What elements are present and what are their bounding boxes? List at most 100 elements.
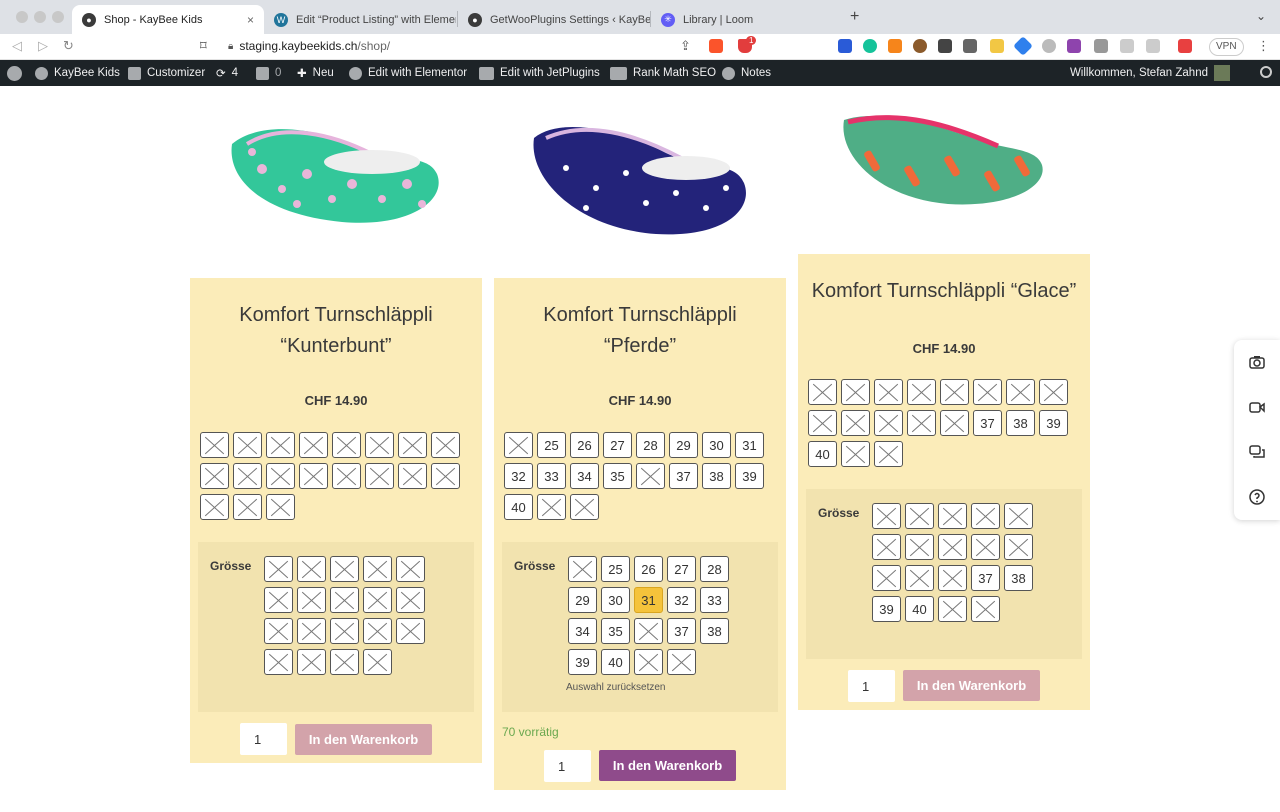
download-icon[interactable] xyxy=(1120,39,1134,53)
size-swatch[interactable]: 34 xyxy=(570,463,599,489)
size-swatch[interactable]: 31 xyxy=(735,432,764,458)
search-icon[interactable] xyxy=(1260,66,1272,78)
size-swatch[interactable]: 33 xyxy=(537,463,566,489)
address-bar[interactable]: 🔒︎ staging.kaybeekids.ch/shop/ xyxy=(228,39,390,53)
size-swatch-unavailable[interactable] xyxy=(874,379,903,405)
help-icon[interactable] xyxy=(1249,489,1265,505)
size-option-unavailable[interactable] xyxy=(363,587,392,613)
size-option[interactable]: 37 xyxy=(667,618,696,644)
size-option-unavailable[interactable] xyxy=(330,556,359,582)
size-option-unavailable[interactable] xyxy=(330,649,359,675)
size-option-unavailable[interactable] xyxy=(872,503,901,529)
size-option[interactable]: 27 xyxy=(667,556,696,582)
bookmark-icon[interactable]: ⌑ xyxy=(200,38,207,54)
size-swatch-unavailable[interactable] xyxy=(332,463,361,489)
size-option-unavailable[interactable] xyxy=(938,596,967,622)
size-option-unavailable[interactable] xyxy=(938,534,967,560)
size-swatch[interactable]: 40 xyxy=(808,441,837,467)
size-swatch-unavailable[interactable] xyxy=(200,463,229,489)
wallet-icon[interactable] xyxy=(1178,39,1192,53)
admin-new-link[interactable]: ✚ Neu xyxy=(297,60,334,86)
size-option[interactable]: 38 xyxy=(1004,565,1033,591)
new-tab-button[interactable]: + xyxy=(850,8,859,26)
size-option[interactable]: 31 xyxy=(634,587,663,613)
product-image-glace[interactable] xyxy=(838,110,1048,208)
size-swatch-unavailable[interactable] xyxy=(940,410,969,436)
comments-icon[interactable] xyxy=(1249,444,1265,460)
size-swatch[interactable]: 40 xyxy=(504,494,533,520)
size-swatch-unavailable[interactable] xyxy=(841,441,870,467)
window-minimize-button[interactable] xyxy=(34,11,46,23)
size-swatch-unavailable[interactable] xyxy=(874,441,903,467)
tab-getwooplugins[interactable]: ● GetWooPlugins Settings ‹ KayBee Kids xyxy=(458,5,650,34)
admin-rankmath-link[interactable]: Rank Math SEO xyxy=(610,60,716,86)
share-icon[interactable]: ⇪ xyxy=(680,38,691,54)
size-swatch-unavailable[interactable] xyxy=(398,432,427,458)
size-swatch-unavailable[interactable] xyxy=(907,379,936,405)
sidebar-icon[interactable] xyxy=(1146,39,1160,53)
vpn-button[interactable]: VPN xyxy=(1209,38,1244,56)
size-option-unavailable[interactable] xyxy=(971,596,1000,622)
size-option-unavailable[interactable] xyxy=(634,618,663,644)
quantity-input[interactable]: 1 xyxy=(240,723,287,755)
size-swatch-unavailable[interactable] xyxy=(233,432,262,458)
size-swatch-unavailable[interactable] xyxy=(299,463,328,489)
size-swatch[interactable]: 37 xyxy=(669,463,698,489)
video-icon[interactable] xyxy=(1249,399,1265,415)
camera-icon[interactable] xyxy=(1249,354,1265,370)
product-image-kunterbunt[interactable] xyxy=(222,104,450,228)
size-swatch-unavailable[interactable] xyxy=(431,432,460,458)
code-icon[interactable] xyxy=(963,39,977,53)
size-option-unavailable[interactable] xyxy=(297,556,326,582)
admin-site-link[interactable]: KayBee Kids xyxy=(35,60,120,86)
tab-elementor[interactable]: W Edit “Product Listing” with Elementor xyxy=(264,5,456,34)
size-option[interactable]: 33 xyxy=(700,587,729,613)
size-swatch[interactable]: 28 xyxy=(636,432,665,458)
back-arrow-icon[interactable]: ◁ xyxy=(12,38,22,54)
size-option[interactable]: 40 xyxy=(905,596,934,622)
size-swatch-unavailable[interactable] xyxy=(200,494,229,520)
tab-loom[interactable]: ✳ Library | Loom xyxy=(651,5,843,34)
size-swatch-unavailable[interactable] xyxy=(636,463,665,489)
size-swatch[interactable]: 38 xyxy=(1006,410,1035,436)
size-option-unavailable[interactable] xyxy=(905,503,934,529)
size-option[interactable]: 35 xyxy=(601,618,630,644)
size-swatch-unavailable[interactable] xyxy=(299,432,328,458)
admin-customizer-link[interactable]: Customizer xyxy=(128,60,205,86)
size-option[interactable]: 25 xyxy=(601,556,630,582)
extension-icon[interactable] xyxy=(938,39,952,53)
size-swatch-unavailable[interactable] xyxy=(570,494,599,520)
size-swatch-unavailable[interactable] xyxy=(841,379,870,405)
size-option-unavailable[interactable] xyxy=(568,556,597,582)
forward-arrow-icon[interactable]: ▷ xyxy=(38,38,48,54)
size-option[interactable]: 40 xyxy=(601,649,630,675)
size-swatch-unavailable[interactable] xyxy=(233,463,262,489)
menu-icon[interactable]: ⋮ xyxy=(1257,38,1270,54)
add-to-cart-button[interactable]: In den Warenkorb xyxy=(903,670,1040,701)
size-option[interactable]: 37 xyxy=(971,565,1000,591)
size-option-unavailable[interactable] xyxy=(396,587,425,613)
size-option-unavailable[interactable] xyxy=(905,534,934,560)
size-swatch-unavailable[interactable] xyxy=(233,494,262,520)
size-swatch[interactable]: 26 xyxy=(570,432,599,458)
wordpress-logo-icon[interactable] xyxy=(7,60,22,86)
size-swatch[interactable]: 29 xyxy=(669,432,698,458)
product-title[interactable]: Komfort Turnschläppli “Pferde” xyxy=(494,300,786,362)
size-option-unavailable[interactable] xyxy=(363,649,392,675)
metamask-icon[interactable] xyxy=(888,39,902,53)
size-swatch[interactable]: 27 xyxy=(603,432,632,458)
size-swatch-unavailable[interactable] xyxy=(973,379,1002,405)
size-option-unavailable[interactable] xyxy=(396,556,425,582)
size-swatch-unavailable[interactable] xyxy=(808,379,837,405)
size-swatch-unavailable[interactable] xyxy=(940,379,969,405)
admin-elementor-link[interactable]: Edit with Elementor xyxy=(349,60,467,86)
size-option-unavailable[interactable] xyxy=(938,565,967,591)
size-option-unavailable[interactable] xyxy=(330,618,359,644)
size-option-unavailable[interactable] xyxy=(264,587,293,613)
size-swatch-unavailable[interactable] xyxy=(907,410,936,436)
size-swatch-unavailable[interactable] xyxy=(200,432,229,458)
reload-icon[interactable]: ↻ xyxy=(63,38,74,54)
size-swatch-unavailable[interactable] xyxy=(365,463,394,489)
size-option-unavailable[interactable] xyxy=(938,503,967,529)
size-option-unavailable[interactable] xyxy=(297,618,326,644)
